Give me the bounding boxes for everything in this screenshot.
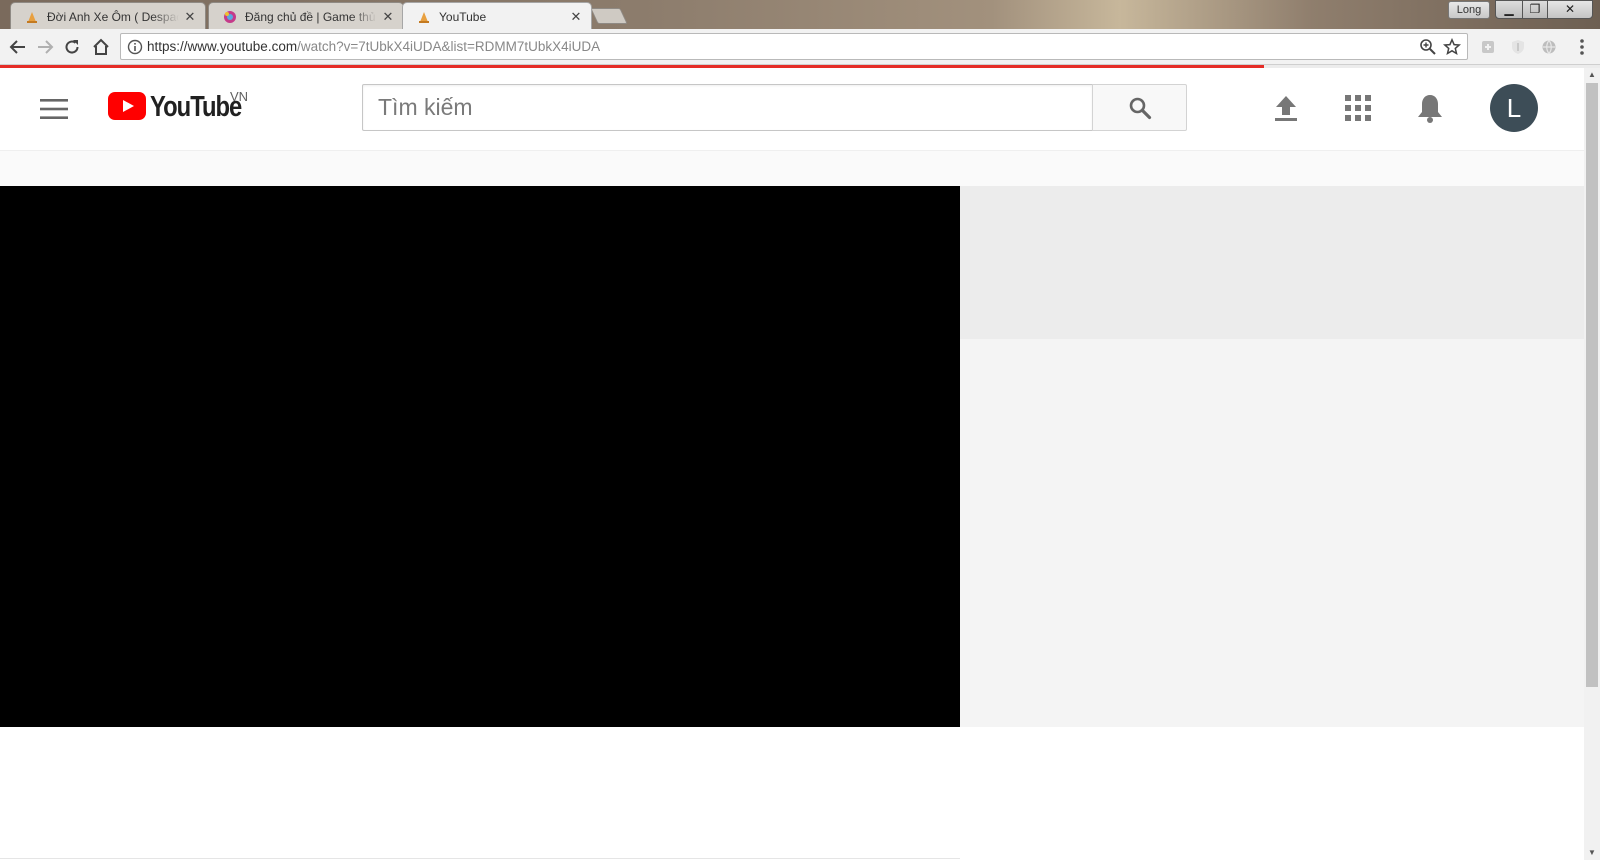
url-host: https://www.youtube.com xyxy=(147,39,298,54)
masthead-divider xyxy=(0,150,1584,186)
url-path: /watch?v=7tUbkX4iUDA&list=RDMM7tUbkX4iUD… xyxy=(297,39,601,54)
youtube-logo[interactable]: YouTube VN xyxy=(108,89,261,123)
below-player-divider xyxy=(0,858,960,859)
close-icon: ✕ xyxy=(1564,2,1576,16)
tab-title: Đăng chủ đề | Game thủ xyxy=(245,10,376,24)
kebab-menu-icon xyxy=(1580,39,1584,55)
sidebar-placeholder-top xyxy=(960,186,1584,339)
extension-button-3[interactable] xyxy=(1537,35,1561,59)
close-tab-icon[interactable]: ✕ xyxy=(381,10,395,24)
restore-button[interactable]: ❐ xyxy=(1522,0,1548,19)
region-code: VN xyxy=(230,89,249,104)
extension-puzzle-icon xyxy=(1482,41,1494,53)
page-scrollbar[interactable]: ▲ ▼ xyxy=(1584,68,1600,860)
scroll-up-icon[interactable]: ▲ xyxy=(1584,68,1600,82)
info-icon[interactable] xyxy=(127,39,143,55)
forum-favicon-icon xyxy=(224,11,236,23)
video-player[interactable] xyxy=(0,186,960,727)
extension-shield-icon xyxy=(1512,40,1524,54)
tab-title: YouTube xyxy=(439,10,487,24)
upload-button[interactable] xyxy=(1268,90,1304,126)
search-button[interactable] xyxy=(1092,84,1187,131)
extension-button-2[interactable] xyxy=(1506,35,1530,59)
sidebar-placeholder-list xyxy=(960,339,1584,727)
close-window-button[interactable]: ✕ xyxy=(1547,0,1593,19)
youtube-masthead: YouTube VN L xyxy=(0,68,1584,150)
new-tab-button[interactable] xyxy=(590,8,628,24)
apps-button[interactable] xyxy=(1340,90,1376,126)
url-text: https://www.youtube.com/watch?v=7tUbkX4i… xyxy=(147,39,600,54)
upload-icon xyxy=(1275,96,1297,121)
search-input[interactable] xyxy=(363,85,1092,130)
scroll-down-icon[interactable]: ▼ xyxy=(1584,846,1600,860)
page-favicon-icon xyxy=(27,12,37,23)
home-icon xyxy=(93,38,109,55)
browser-tab-3-active[interactable]: YouTube ✕ xyxy=(402,2,592,29)
close-tab-icon[interactable]: ✕ xyxy=(183,10,197,24)
youtube-wordmark: YouTube xyxy=(150,91,242,123)
browser-tab-2[interactable]: Đăng chủ đề | Game thủ ✕ xyxy=(208,2,404,29)
browser-menu-button[interactable] xyxy=(1570,35,1594,59)
arrow-left-icon xyxy=(9,40,25,54)
bell-icon xyxy=(1418,95,1442,123)
extension-button-1[interactable] xyxy=(1476,35,1500,59)
apps-grid-icon xyxy=(1345,95,1371,121)
search-field[interactable] xyxy=(362,84,1093,131)
search-icon xyxy=(1129,97,1151,119)
notifications-button[interactable] xyxy=(1412,90,1448,126)
close-tab-icon[interactable]: ✕ xyxy=(569,10,583,24)
hamburger-menu-icon xyxy=(40,99,68,119)
zoom-icon[interactable] xyxy=(1419,38,1437,56)
arrow-right-icon xyxy=(38,40,54,54)
reload-button[interactable] xyxy=(60,35,84,59)
extension-globe-icon xyxy=(1542,40,1556,55)
scrollbar-thumb[interactable] xyxy=(1586,83,1598,687)
page-favicon-icon xyxy=(419,12,429,23)
profile-button[interactable]: Long xyxy=(1448,1,1490,19)
youtube-play-logo-icon xyxy=(108,92,146,120)
minimize-button[interactable]: ▁ xyxy=(1495,0,1523,19)
restore-icon: ❐ xyxy=(1529,2,1541,16)
minimize-icon: ▁ xyxy=(1504,2,1514,16)
tab-title: Đời Anh Xe Ôm ( Despacito xyxy=(47,10,179,24)
bookmark-star-icon[interactable] xyxy=(1443,38,1461,56)
browser-toolbar: https://www.youtube.com/watch?v=7tUbkX4i… xyxy=(0,29,1600,65)
browser-title-bar: Đời Anh Xe Ôm ( Despacito ✕ Đăng chủ đề … xyxy=(0,0,1600,29)
home-button[interactable] xyxy=(89,35,113,59)
account-avatar[interactable]: L xyxy=(1490,84,1538,132)
browser-tab-1[interactable]: Đời Anh Xe Ôm ( Despacito ✕ xyxy=(10,2,206,29)
reload-icon xyxy=(65,40,79,54)
forward-button[interactable] xyxy=(33,35,57,59)
address-bar[interactable]: https://www.youtube.com/watch?v=7tUbkX4i… xyxy=(120,33,1468,60)
guide-menu-button[interactable] xyxy=(38,94,70,124)
back-button[interactable] xyxy=(6,35,30,59)
